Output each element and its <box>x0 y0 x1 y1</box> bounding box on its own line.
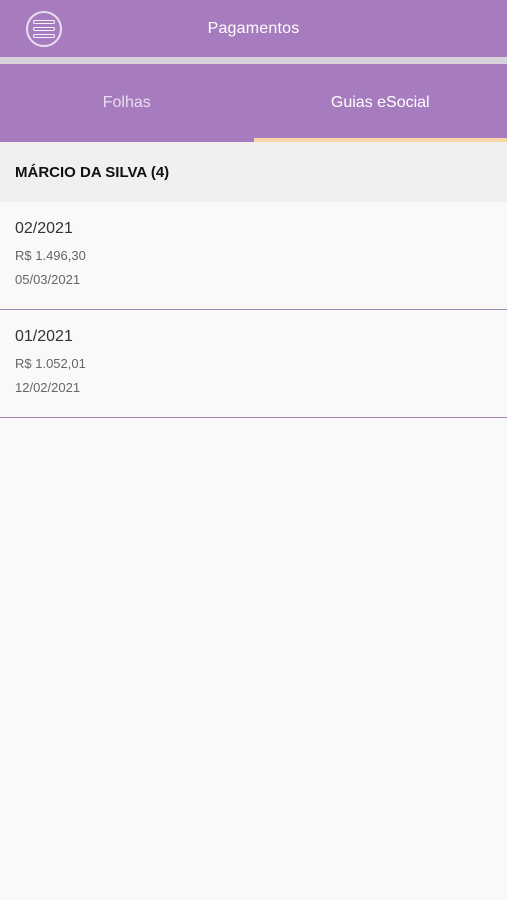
item-amount: R$ 1.496,30 <box>15 248 86 263</box>
item-period: 01/2021 <box>15 328 73 345</box>
menu-bar <box>33 27 55 31</box>
item-date: 05/03/2021 <box>15 272 81 287</box>
menu-icon[interactable] <box>26 11 62 47</box>
app-bar: Pagamentos <box>0 0 507 57</box>
group-header: MÁRCIO DA SILVA (4) <box>0 142 507 202</box>
list-item[interactable]: 01/2021 R$ 1.052,01 12/02/2021 <box>0 310 507 418</box>
page-title: Pagamentos <box>207 19 300 37</box>
group-title: MÁRCIO DA SILVA (4) <box>15 163 170 181</box>
list-item[interactable]: 02/2021 R$ 1.496,30 05/03/2021 <box>0 202 507 310</box>
menu-bar <box>33 34 55 38</box>
menu-bar <box>33 20 55 24</box>
header-divider <box>0 57 507 64</box>
item-period: 02/2021 <box>15 220 73 237</box>
tab-label: Folhas <box>102 94 151 111</box>
item-date: 12/02/2021 <box>15 380 81 395</box>
tab-bar: Folhas Guias eSocial <box>0 64 507 142</box>
tab-guias-esocial[interactable]: Guias eSocial <box>253 64 507 142</box>
payment-list: 02/2021 R$ 1.496,30 05/03/2021 01/2021 R… <box>0 202 507 418</box>
tab-label: Guias eSocial <box>330 94 430 111</box>
tab-folhas[interactable]: Folhas <box>0 64 254 142</box>
item-amount: R$ 1.052,01 <box>15 356 86 371</box>
